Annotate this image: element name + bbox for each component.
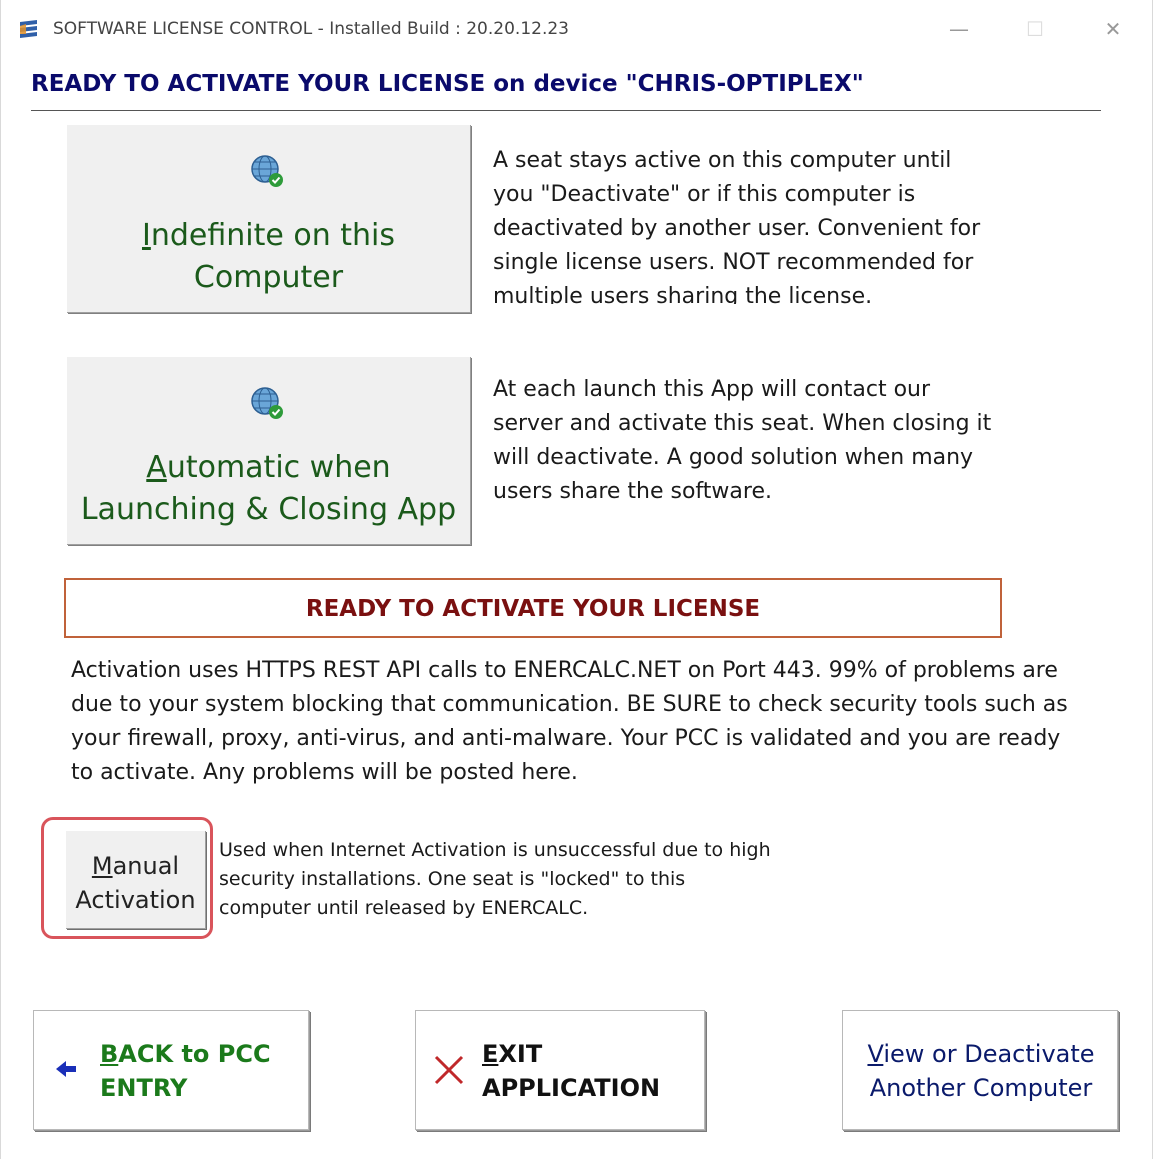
automatic-label-line1: Automatic when xyxy=(146,450,391,485)
page-heading: READY TO ACTIVATE YOUR LICENSE on device… xyxy=(31,71,864,97)
window-title: SOFTWARE LICENSE CONTROL - Installed Bui… xyxy=(53,19,569,39)
minimize-button[interactable]: — xyxy=(939,12,979,46)
exit-application-button[interactable]: EXIT APPLICATION xyxy=(415,1010,705,1130)
heading-divider xyxy=(31,110,1101,111)
manual-activation-note: Used when Internet Activation is unsucce… xyxy=(219,839,771,919)
automatic-description: At each launch this App will contact our… xyxy=(493,377,992,504)
indefinite-description: A seat stays active on this computer unt… xyxy=(493,148,981,304)
status-message: Activation uses HTTPS REST API calls to … xyxy=(71,658,1068,785)
manual-activation-button[interactable]: Manual Activation xyxy=(65,830,205,928)
exit-label: EXIT APPLICATION xyxy=(482,1040,661,1102)
indefinite-label-line2: Computer xyxy=(193,260,344,295)
indefinite-label-line1: Indefinite on this xyxy=(141,218,396,253)
globe-check-icon xyxy=(251,387,283,419)
automatic-label-line2: Launching & Closing App xyxy=(80,492,457,527)
status-box-title: READY TO ACTIVATE YOUR LICENSE xyxy=(305,596,761,622)
app-logo-icon xyxy=(20,20,37,38)
view-deactivate-button[interactable]: View or Deactivate Another Computer xyxy=(842,1010,1118,1130)
arrow-left-icon xyxy=(56,1061,76,1077)
close-x-icon xyxy=(434,1055,464,1085)
status-box: READY TO ACTIVATE YOUR LICENSE xyxy=(64,578,1002,638)
title-bar: SOFTWARE LICENSE CONTROL - Installed Bui… xyxy=(1,0,1153,58)
maximize-button[interactable]: ☐ xyxy=(1015,12,1055,46)
close-button[interactable]: ✕ xyxy=(1093,12,1133,46)
license-window: SOFTWARE LICENSE CONTROL - Installed Bui… xyxy=(0,0,1153,1159)
back-to-pcc-button[interactable]: BACK to PCC ENTRY xyxy=(33,1010,309,1130)
manual-label: Manual Activation xyxy=(75,852,196,914)
globe-check-icon xyxy=(251,155,283,187)
automatic-activation-button[interactable]: Automatic when Launching & Closing App xyxy=(66,356,470,544)
back-label: BACK to PCC ENTRY xyxy=(100,1040,271,1102)
view-deactivate-label: View or Deactivate Another Computer xyxy=(867,1040,1095,1102)
indefinite-activation-button[interactable]: Indefinite on this Computer xyxy=(66,124,470,312)
